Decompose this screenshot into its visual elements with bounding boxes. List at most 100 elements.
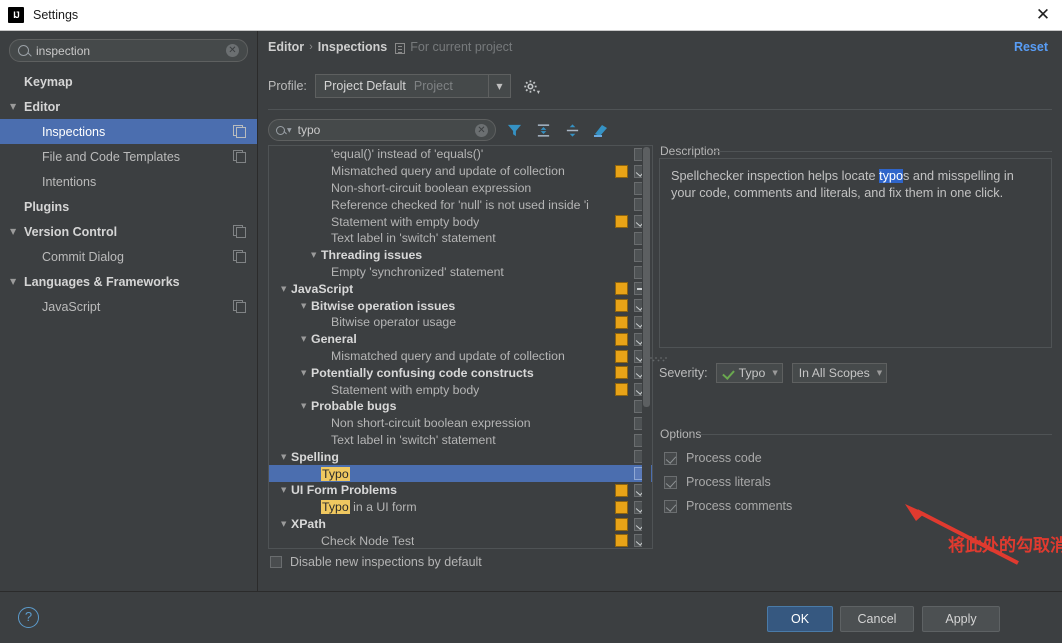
severity-swatch[interactable]	[615, 215, 628, 229]
clear-inspection-search-icon[interactable]: ✕	[475, 123, 488, 137]
inspection-row[interactable]: ▼ Bitwise operation issues	[269, 297, 652, 314]
inspection-row[interactable]: Mismatched query and update of collectio…	[269, 163, 652, 180]
chevron-down-icon[interactable]: ▼	[10, 227, 24, 236]
sidebar-item-editor[interactable]: ▼ Editor	[0, 94, 257, 119]
severity-swatch[interactable]	[615, 483, 628, 497]
disable-new-inspections-checkbox[interactable]	[270, 556, 282, 568]
inspection-row[interactable]: ▼ Potentially confusing code constructs	[269, 364, 652, 381]
inspection-row[interactable]: Non short-circuit boolean expression	[269, 415, 652, 432]
chevron-down-icon[interactable]: ▼	[281, 453, 291, 461]
chevron-down-icon[interactable]: ▼	[10, 102, 24, 111]
sidebar-item-inspections[interactable]: Inspections	[0, 119, 257, 144]
options-list: Process code Process literals Process comm…	[664, 446, 792, 518]
inspection-row[interactable]: Bitwise operator usage	[269, 314, 652, 331]
inspection-search-input[interactable]	[295, 122, 475, 138]
scrollbar-thumb[interactable]	[643, 147, 650, 407]
profile-combobox[interactable]: Project Default Project ▼	[314, 74, 511, 98]
chevron-down-icon[interactable]: ▼	[301, 302, 311, 310]
inspection-tree[interactable]: 'equal()' instead of 'equals()' Mismatche…	[269, 146, 652, 548]
chevron-down-icon[interactable]: ▼	[281, 285, 291, 293]
inspection-row[interactable]: ▼ General	[269, 331, 652, 348]
sidebar-item-intentions[interactable]: Intentions	[0, 169, 257, 194]
breadcrumb-editor[interactable]: Editor	[268, 40, 304, 54]
inspection-row[interactable]: ▼ XPath	[269, 516, 652, 533]
ok-button[interactable]: OK	[767, 606, 833, 632]
chevron-down-icon[interactable]: ▼	[301, 335, 311, 343]
expand-all-icon[interactable]	[532, 120, 554, 140]
chevron-down-icon[interactable]: ▼	[487, 75, 510, 97]
option-process-comments[interactable]: Process comments	[664, 494, 792, 518]
chevron-down-icon[interactable]: ▼	[281, 520, 291, 528]
option-process-code[interactable]: Process code	[664, 446, 792, 470]
close-icon[interactable]: ✕	[1034, 7, 1052, 25]
option-label: Process literals	[686, 475, 771, 489]
inspection-row[interactable]: Non-short-circuit boolean expression	[269, 180, 652, 197]
inspection-row[interactable]: Statement with empty body	[269, 381, 652, 398]
inspection-row[interactable]: ▼ Probable bugs	[269, 398, 652, 415]
chevron-down-icon[interactable]: ▼	[301, 369, 311, 377]
inspection-row[interactable]: ▼ Spelling	[269, 448, 652, 465]
apply-button[interactable]: Apply	[922, 606, 1000, 632]
option-process-literals[interactable]: Process literals	[664, 470, 792, 494]
filter-icon[interactable]	[503, 120, 525, 140]
severity-swatch[interactable]	[615, 517, 628, 531]
sidebar-item-languages-frameworks[interactable]: ▼ Languages & Frameworks	[0, 269, 257, 294]
inspection-row[interactable]: ▼ JavaScript	[269, 280, 652, 297]
reset-link[interactable]: Reset	[1014, 40, 1048, 54]
chevron-down-icon[interactable]: ▼	[877, 369, 882, 377]
option-checkbox[interactable]	[664, 499, 677, 513]
inspection-row[interactable]: Typo in a UI form	[269, 499, 652, 516]
inspection-row[interactable]: ▼ Threading issues	[269, 247, 652, 264]
breadcrumb-inspections[interactable]: Inspections	[318, 40, 387, 54]
chevron-down-icon[interactable]: ▼	[287, 127, 292, 134]
scope-combobox[interactable]: In All Scopes ▼	[791, 363, 888, 383]
cancel-button[interactable]: Cancel	[840, 606, 914, 632]
sidebar-item-version-control[interactable]: ▼ Version Control	[0, 219, 257, 244]
reset-to-empty-icon[interactable]	[590, 120, 612, 140]
sidebar-item-keymap[interactable]: Keymap	[0, 69, 257, 94]
inspection-tree-scrollbar[interactable]	[642, 147, 651, 547]
inspection-row[interactable]: Mismatched query and update of collectio…	[269, 348, 652, 365]
chevron-down-icon[interactable]: ▼	[772, 369, 777, 377]
search-input[interactable]	[34, 42, 226, 59]
inspection-row[interactable]: Statement with empty body	[269, 213, 652, 230]
inspection-row[interactable]: Text label in 'switch' statement	[269, 432, 652, 449]
option-checkbox[interactable]	[664, 475, 677, 489]
inspection-label: Text label in 'switch' statement	[331, 432, 496, 447]
severity-swatch[interactable]	[615, 500, 628, 514]
sidebar-search-box[interactable]: ✕	[9, 39, 248, 62]
help-icon[interactable]: ?	[18, 607, 39, 628]
severity-swatch[interactable]	[615, 534, 628, 548]
chevron-down-icon[interactable]: ▼	[301, 402, 311, 410]
severity-swatch[interactable]	[615, 366, 628, 380]
sidebar-item-plugins[interactable]: Plugins	[0, 194, 257, 219]
option-checkbox[interactable]	[664, 451, 677, 465]
chevron-down-icon[interactable]: ▼	[281, 486, 291, 494]
severity-swatch[interactable]	[615, 332, 628, 346]
severity-swatch[interactable]	[615, 315, 628, 329]
inspection-search-box[interactable]: ▼ ✕	[268, 119, 496, 141]
disable-new-inspections-row[interactable]: Disable new inspections by default	[270, 555, 482, 569]
severity-swatch[interactable]	[615, 282, 628, 296]
inspection-row[interactable]: Text label in 'switch' statement	[269, 230, 652, 247]
clear-search-icon[interactable]: ✕	[226, 44, 239, 57]
chevron-down-icon[interactable]: ▼	[10, 277, 24, 286]
inspection-row[interactable]: Reference checked for 'null' is not used…	[269, 196, 652, 213]
inspection-row[interactable]: Empty 'synchronized' statement	[269, 264, 652, 281]
inspection-row[interactable]: Check Node Test	[269, 532, 652, 548]
severity-combobox[interactable]: Typo ▼	[715, 363, 783, 383]
inspection-row[interactable]: Typo	[269, 465, 652, 482]
chevron-down-icon[interactable]: ▼	[311, 251, 321, 259]
sidebar-item-commit-dialog[interactable]: Commit Dialog	[0, 244, 257, 269]
sidebar-item-file-and-code-templates[interactable]: File and Code Templates	[0, 144, 257, 169]
inspection-row[interactable]: ▼ UI Form Problems	[269, 482, 652, 499]
severity-swatch[interactable]	[615, 164, 628, 178]
inspection-row[interactable]: 'equal()' instead of 'equals()'	[269, 146, 652, 163]
severity-swatch[interactable]	[615, 349, 628, 363]
collapse-all-icon[interactable]	[561, 120, 583, 140]
sidebar-item-javascript[interactable]: JavaScript	[0, 294, 257, 319]
severity-swatch[interactable]	[615, 299, 628, 313]
severity-swatch[interactable]	[615, 383, 628, 397]
resize-grip-icon[interactable]	[647, 351, 673, 362]
gear-icon[interactable]	[523, 76, 543, 96]
